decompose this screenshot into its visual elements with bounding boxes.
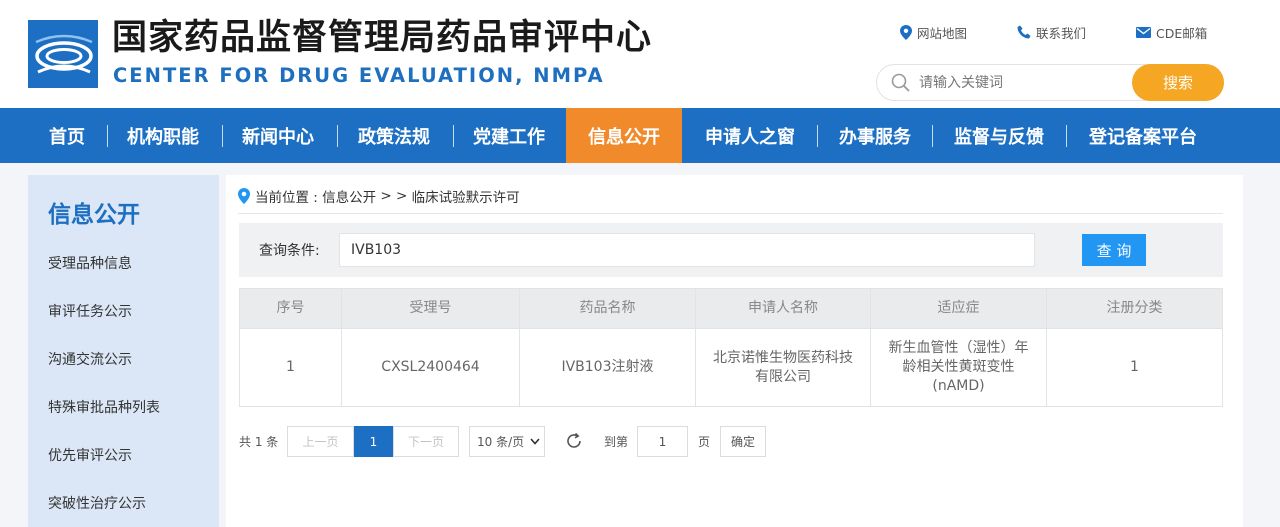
pager-prev-button[interactable]: 上一页 xyxy=(287,426,354,457)
table-header-cell: 序号 xyxy=(240,289,342,328)
table-header-cell: 申请人名称 xyxy=(696,289,871,328)
breadcrumb-prefix: 当前位置 : xyxy=(255,190,323,206)
table-cell-index: 1 xyxy=(240,329,342,406)
search-button[interactable]: 搜索 xyxy=(1132,64,1224,101)
nav-separator xyxy=(1066,125,1067,147)
contact-label: 联系我们 xyxy=(1036,25,1087,41)
contact-link[interactable]: 联系我们 xyxy=(1017,22,1086,42)
nav-item-home[interactable]: 首页 xyxy=(34,108,100,163)
table-cell-applicant: 北京诺惟生物医药科技有限公司 xyxy=(696,329,871,406)
query-input[interactable]: IVB103 xyxy=(339,233,1035,267)
table-header-cell: 注册分类 xyxy=(1106,300,1163,316)
site-header: 国家药品监督管理局药品审评中心 CENTER FOR DRUG EVALUATI… xyxy=(0,0,1280,108)
query-button[interactable]: 查 询 xyxy=(1082,234,1146,266)
sidebar-item-breakthrough[interactable]: 突破性治疗公示 xyxy=(48,493,146,513)
refresh-icon[interactable] xyxy=(564,431,584,451)
goto-label: 到第 xyxy=(604,435,629,449)
phone-icon xyxy=(1017,25,1031,39)
nav-item-functions[interactable]: 机构职能 xyxy=(114,108,212,163)
nav-item-registration[interactable]: 登记备案平台 xyxy=(1075,108,1211,163)
breadcrumb-separator: > > xyxy=(376,188,412,204)
sidebar: 信息公开 受理品种信息 审评任务公示 沟通交流公示 特殊审批品种列表 优先审评公… xyxy=(28,175,219,527)
location-pin-icon xyxy=(238,188,250,204)
nav-item-applicant[interactable]: 申请人之窗 xyxy=(692,108,808,163)
mail-icon xyxy=(1136,26,1151,38)
nav-item-news[interactable]: 新闻中心 xyxy=(229,108,327,163)
site-title-en: CENTER FOR DRUG EVALUATION, NMPA xyxy=(113,64,605,87)
nav-separator xyxy=(337,125,338,147)
sidebar-title: 信息公开 xyxy=(48,202,140,228)
goto-confirm-button[interactable]: 确定 xyxy=(720,426,766,457)
nav-separator xyxy=(107,125,108,147)
mail-label: CDE邮箱 xyxy=(1156,25,1208,41)
nav-separator xyxy=(222,125,223,147)
table-cell-category: 1 xyxy=(1130,359,1139,375)
nav-item-policy[interactable]: 政策法规 xyxy=(345,108,443,163)
table-header-cell: 适应症 xyxy=(871,289,1047,328)
sidebar-item-special-approval[interactable]: 特殊审批品种列表 xyxy=(48,397,160,417)
sitemap-link[interactable]: 网站地图 xyxy=(900,22,967,42)
search-icon xyxy=(891,73,910,92)
breadcrumb: 当前位置 : 信息公开 > > 临床试验默示许可 xyxy=(238,185,520,207)
nav-separator xyxy=(453,125,454,147)
breadcrumb-current: 临床试验默示许可 xyxy=(411,190,520,206)
main-nav: 首页 机构职能 新闻中心 政策法规 党建工作 信息公开 申请人之窗 办事服务 监… xyxy=(0,108,1280,163)
breadcrumb-section[interactable]: 信息公开 xyxy=(322,186,376,206)
query-label: 查询条件: xyxy=(259,243,320,259)
nav-item-info-disclosure[interactable]: 信息公开 xyxy=(566,108,682,163)
location-pin-icon xyxy=(900,24,912,40)
results-table: 序号 受理号 药品名称 申请人名称 适应症 注册分类 1 CXSL2400464… xyxy=(239,288,1223,407)
pager-page-1[interactable]: 1 xyxy=(354,426,393,457)
table-cell-indication: 新生血管性（湿性）年龄相关性黄斑变性(nAMD) xyxy=(871,329,1047,406)
table-header-cell: 受理号 xyxy=(342,289,520,328)
nav-item-services[interactable]: 办事服务 xyxy=(826,108,924,163)
sidebar-item-accepted[interactable]: 受理品种信息 xyxy=(48,253,132,273)
top-links: 网站地图 联系我们 CDE邮箱 xyxy=(0,22,1280,42)
sitemap-label: 网站地图 xyxy=(917,25,968,41)
goto-page-unit: 页 xyxy=(698,435,711,449)
search-bar: 搜索 xyxy=(876,64,1224,101)
table-header-row: 序号 受理号 药品名称 申请人名称 适应症 注册分类 xyxy=(240,289,1222,328)
nav-separator xyxy=(817,125,818,147)
main-content: 当前位置 : 信息公开 > > 临床试验默示许可 查询条件: IVB103 查 … xyxy=(226,175,1243,527)
pagination: 共 1 条 上一页 1 下一页 10 条/页 到第 1 页 确定 xyxy=(239,426,1229,458)
table-cell-drug-name: IVB103注射液 xyxy=(520,329,696,406)
nav-item-party[interactable]: 党建工作 xyxy=(460,108,558,163)
search-input[interactable] xyxy=(919,71,1119,95)
table-row[interactable]: 1 CXSL2400464 IVB103注射液 北京诺惟生物医药科技有限公司 新… xyxy=(240,328,1222,406)
chevron-down-icon xyxy=(530,438,540,445)
breadcrumb-divider xyxy=(238,213,1223,214)
query-bar: 查询条件: IVB103 查 询 xyxy=(239,223,1223,277)
sidebar-item-communication[interactable]: 沟通交流公示 xyxy=(48,349,132,369)
page-size-select[interactable]: 10 条/页 xyxy=(469,426,545,457)
sidebar-item-priority-review[interactable]: 优先审评公示 xyxy=(48,445,132,465)
nav-separator xyxy=(932,125,933,147)
goto-page-input[interactable]: 1 xyxy=(637,426,688,457)
table-cell-acceptance-no: CXSL2400464 xyxy=(342,329,520,406)
nav-item-feedback[interactable]: 监督与反馈 xyxy=(940,108,1058,163)
sidebar-item-review-tasks[interactable]: 审评任务公示 xyxy=(48,301,132,321)
page-size-value: 10 条/页 xyxy=(477,435,525,449)
pager-total: 共 1 条 xyxy=(239,435,279,449)
pager-next-button[interactable]: 下一页 xyxy=(393,426,459,457)
table-header-cell: 药品名称 xyxy=(520,289,696,328)
mail-link[interactable]: CDE邮箱 xyxy=(1136,22,1207,42)
